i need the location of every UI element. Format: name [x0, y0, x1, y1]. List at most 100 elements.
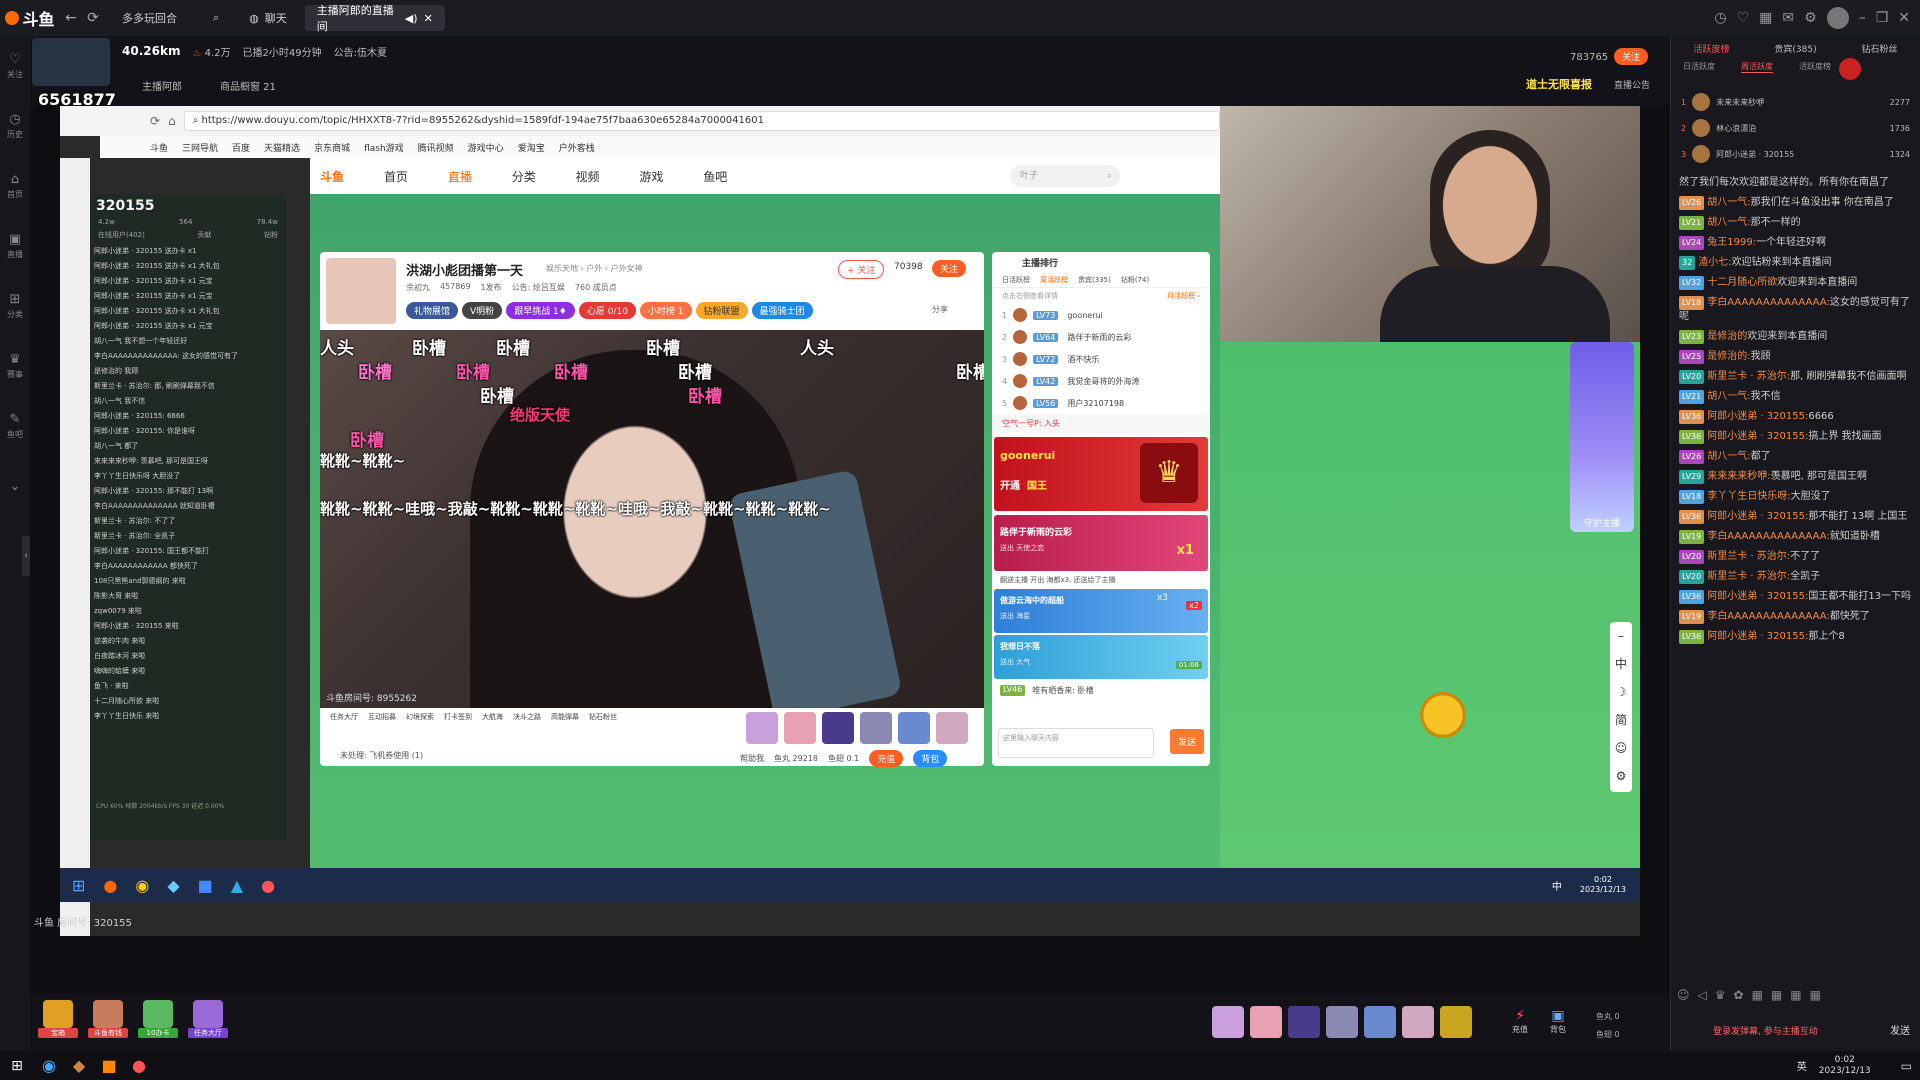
gift-item[interactable] — [936, 712, 968, 744]
emoji-icon[interactable]: ☺ — [1677, 988, 1690, 1002]
moon-icon[interactable]: ☽ — [1610, 678, 1632, 706]
activity[interactable]: 高能弹幕 — [551, 712, 579, 722]
refresh-icon[interactable]: ⟳ — [150, 114, 160, 128]
tab-search[interactable]: 多多玩回合 ⌕ — [110, 5, 231, 31]
unprocessed-note[interactable]: 未处理: 飞机券使用 (1) — [340, 750, 423, 761]
tab-activity[interactable]: 活跃度榜 — [1693, 42, 1729, 55]
activity-chest[interactable]: 宝箱 — [38, 1000, 78, 1038]
tab-vip[interactable]: 贵宾(385) — [1774, 42, 1816, 55]
bee-mascot[interactable] — [1420, 692, 1466, 738]
rail-category[interactable]: ⊞ 分类 — [0, 276, 30, 336]
activity-money[interactable]: 斗鱼有钱 — [88, 1000, 128, 1038]
bookmark[interactable]: flash游戏 — [364, 141, 404, 154]
close-tab-icon[interactable]: ✕ — [424, 12, 433, 25]
badge[interactable]: 跟早挑战 1♦ — [506, 302, 575, 319]
video-player[interactable]: 人头 卧槽 卧槽 卧槽 卧槽 卧槽 人头 卧槽 卧槽 卧槽 卧槽 卧槽 绝版天使… — [320, 330, 984, 708]
gift-item[interactable] — [1212, 1006, 1244, 1038]
avatar[interactable] — [1839, 58, 1861, 80]
inner-rank-row[interactable]: 5 LV56 用户32107198 — [992, 392, 1210, 414]
notification-icon[interactable]: ▭ — [1901, 1059, 1912, 1073]
gift-item[interactable] — [1402, 1006, 1434, 1038]
home-icon[interactable]: ⌂ — [168, 114, 176, 128]
url-bar[interactable]: ⌕ https://www.douyu.com/topic/HHXXT8-7?r… — [183, 111, 1220, 131]
tab-chat[interactable]: ◍ 聊天 — [237, 5, 299, 31]
outer-bag[interactable]: ▣ 背包 — [1550, 1008, 1566, 1035]
gift-item[interactable] — [1326, 1006, 1358, 1038]
inner-nav-home[interactable]: 首页 — [384, 170, 408, 184]
smile-icon[interactable]: ☺ — [1610, 734, 1632, 762]
message-icon[interactable]: ✉ — [1782, 10, 1794, 26]
inner-nav-game[interactable]: 游戏 — [639, 170, 663, 184]
grid-icon[interactable]: ▦ — [1771, 988, 1782, 1002]
back-icon[interactable]: ← — [60, 7, 82, 29]
rank-row[interactable]: 1 未来未来秒咿 2277 — [1671, 89, 1920, 115]
follow-button[interactable]: 关注 — [1614, 48, 1649, 65]
avatar[interactable] — [1826, 7, 1849, 29]
gift-item[interactable] — [860, 712, 892, 744]
grid-icon[interactable]: ▦ — [1810, 988, 1821, 1002]
bookmark[interactable]: 腾讯视频 — [418, 141, 454, 154]
badge[interactable]: 礼物展馆 — [406, 302, 459, 319]
taskbar-app-icon[interactable]: ◆ — [167, 876, 179, 895]
minimize-icon[interactable]: – — [1859, 10, 1866, 26]
grid-icon[interactable]: ▦ — [1790, 988, 1801, 1002]
taskbar-app-icon[interactable]: ▲ — [231, 876, 243, 895]
bookmark[interactable]: 斗鱼 — [150, 141, 168, 154]
inner-logo[interactable]: 斗鱼 — [320, 168, 344, 185]
minus-icon[interactable]: – — [1610, 622, 1632, 650]
gift-item[interactable] — [898, 712, 930, 744]
calendar-icon[interactable]: ▦ — [1759, 10, 1772, 26]
bookmark[interactable]: 爱淘宝 — [518, 141, 545, 154]
collapse-handle[interactable]: ‹ — [22, 536, 30, 576]
lang-simplified[interactable]: 简 — [1610, 706, 1632, 734]
activity[interactable]: 幻境探索 — [406, 712, 434, 722]
rank-row[interactable]: 3 阿郎小迷弟 · 320155 1324 — [1671, 141, 1920, 167]
owner-tag[interactable]: 主播阿郎 — [142, 78, 182, 93]
lang-zh[interactable]: 中 — [1610, 650, 1632, 678]
activity[interactable]: 大航海 — [482, 712, 503, 722]
tray-lang[interactable]: 英 — [1797, 1058, 1807, 1073]
taskbar-app-icon[interactable]: ■ — [94, 1056, 124, 1075]
activity[interactable]: 钻石粉丝 — [589, 712, 617, 722]
share-link[interactable]: 分享 — [932, 304, 948, 315]
rail-history[interactable]: ◷ 历史 — [0, 96, 30, 156]
history-icon[interactable]: ◷ — [1714, 10, 1726, 26]
merch-window[interactable]: 商品橱窗 21 — [220, 78, 276, 93]
app-logo[interactable]: 斗鱼 — [0, 0, 60, 36]
streamer-avatar[interactable] — [326, 258, 396, 324]
gift-item[interactable] — [1288, 1006, 1320, 1038]
add-follow-pill[interactable]: + 关注 — [838, 260, 885, 279]
guard-knight-badge[interactable]: 守护主播 — [1570, 342, 1634, 532]
inner-chat-input[interactable]: 这里输入聊天内容 — [998, 728, 1154, 758]
inner-rank-row[interactable]: 2 LV64 路伴于新雨的云彩 — [992, 326, 1210, 348]
refresh-icon[interactable]: ⟳ — [82, 7, 104, 29]
gift-item[interactable] — [822, 712, 854, 744]
outer-recharge[interactable]: ⚡ 充值 — [1512, 1008, 1528, 1035]
tab-room[interactable]: 主播阿郎的直播间 ◀) ✕ — [304, 4, 445, 33]
activity-task[interactable]: 任务大厅 — [188, 1000, 228, 1038]
inner-bag-button[interactable]: 背包 — [913, 750, 948, 767]
gift-item[interactable] — [1364, 1006, 1396, 1038]
taskbar-app-icon[interactable]: ◉ — [135, 876, 149, 895]
taskbar-app-icon[interactable]: ● — [261, 876, 275, 895]
grid-icon[interactable]: ▦ — [1752, 988, 1763, 1002]
inner-rank-row[interactable]: 1 LV73 goonerui — [992, 304, 1210, 326]
tab-diamond[interactable]: 钻石粉丝 — [1862, 42, 1898, 55]
activity[interactable]: 任务大厅 — [330, 712, 358, 722]
rail-more[interactable]: ⌄ — [0, 456, 30, 516]
rail-esports[interactable]: ♛ 赛事 — [0, 336, 30, 396]
rail-forum[interactable]: ✎ 鱼吧 — [0, 396, 30, 456]
inner-nav-live[interactable]: 直播 — [448, 170, 472, 184]
stream-category[interactable]: 娱乐天地 › 户外 › 户外女神 — [546, 263, 643, 274]
gift-item[interactable] — [1440, 1006, 1472, 1038]
inner-rank-row[interactable]: 4 LV42 我觉金哥将的外海涛 — [992, 370, 1210, 392]
badge[interactable]: 最强骑士团 — [751, 302, 813, 319]
close-window-icon[interactable]: ✕ — [1898, 10, 1910, 26]
activity[interactable]: 打卡签到 — [444, 712, 472, 722]
chat-send-button[interactable]: 发送 — [1890, 1022, 1910, 1037]
inner-nav-category[interactable]: 分类 — [512, 170, 536, 184]
rank-row[interactable]: 2 林心浪漂泊 1736 — [1671, 115, 1920, 141]
sound-icon[interactable]: ◁ — [1698, 988, 1707, 1002]
gift-item[interactable] — [746, 712, 778, 744]
inner-nav-forum[interactable]: 鱼吧 — [703, 170, 727, 184]
